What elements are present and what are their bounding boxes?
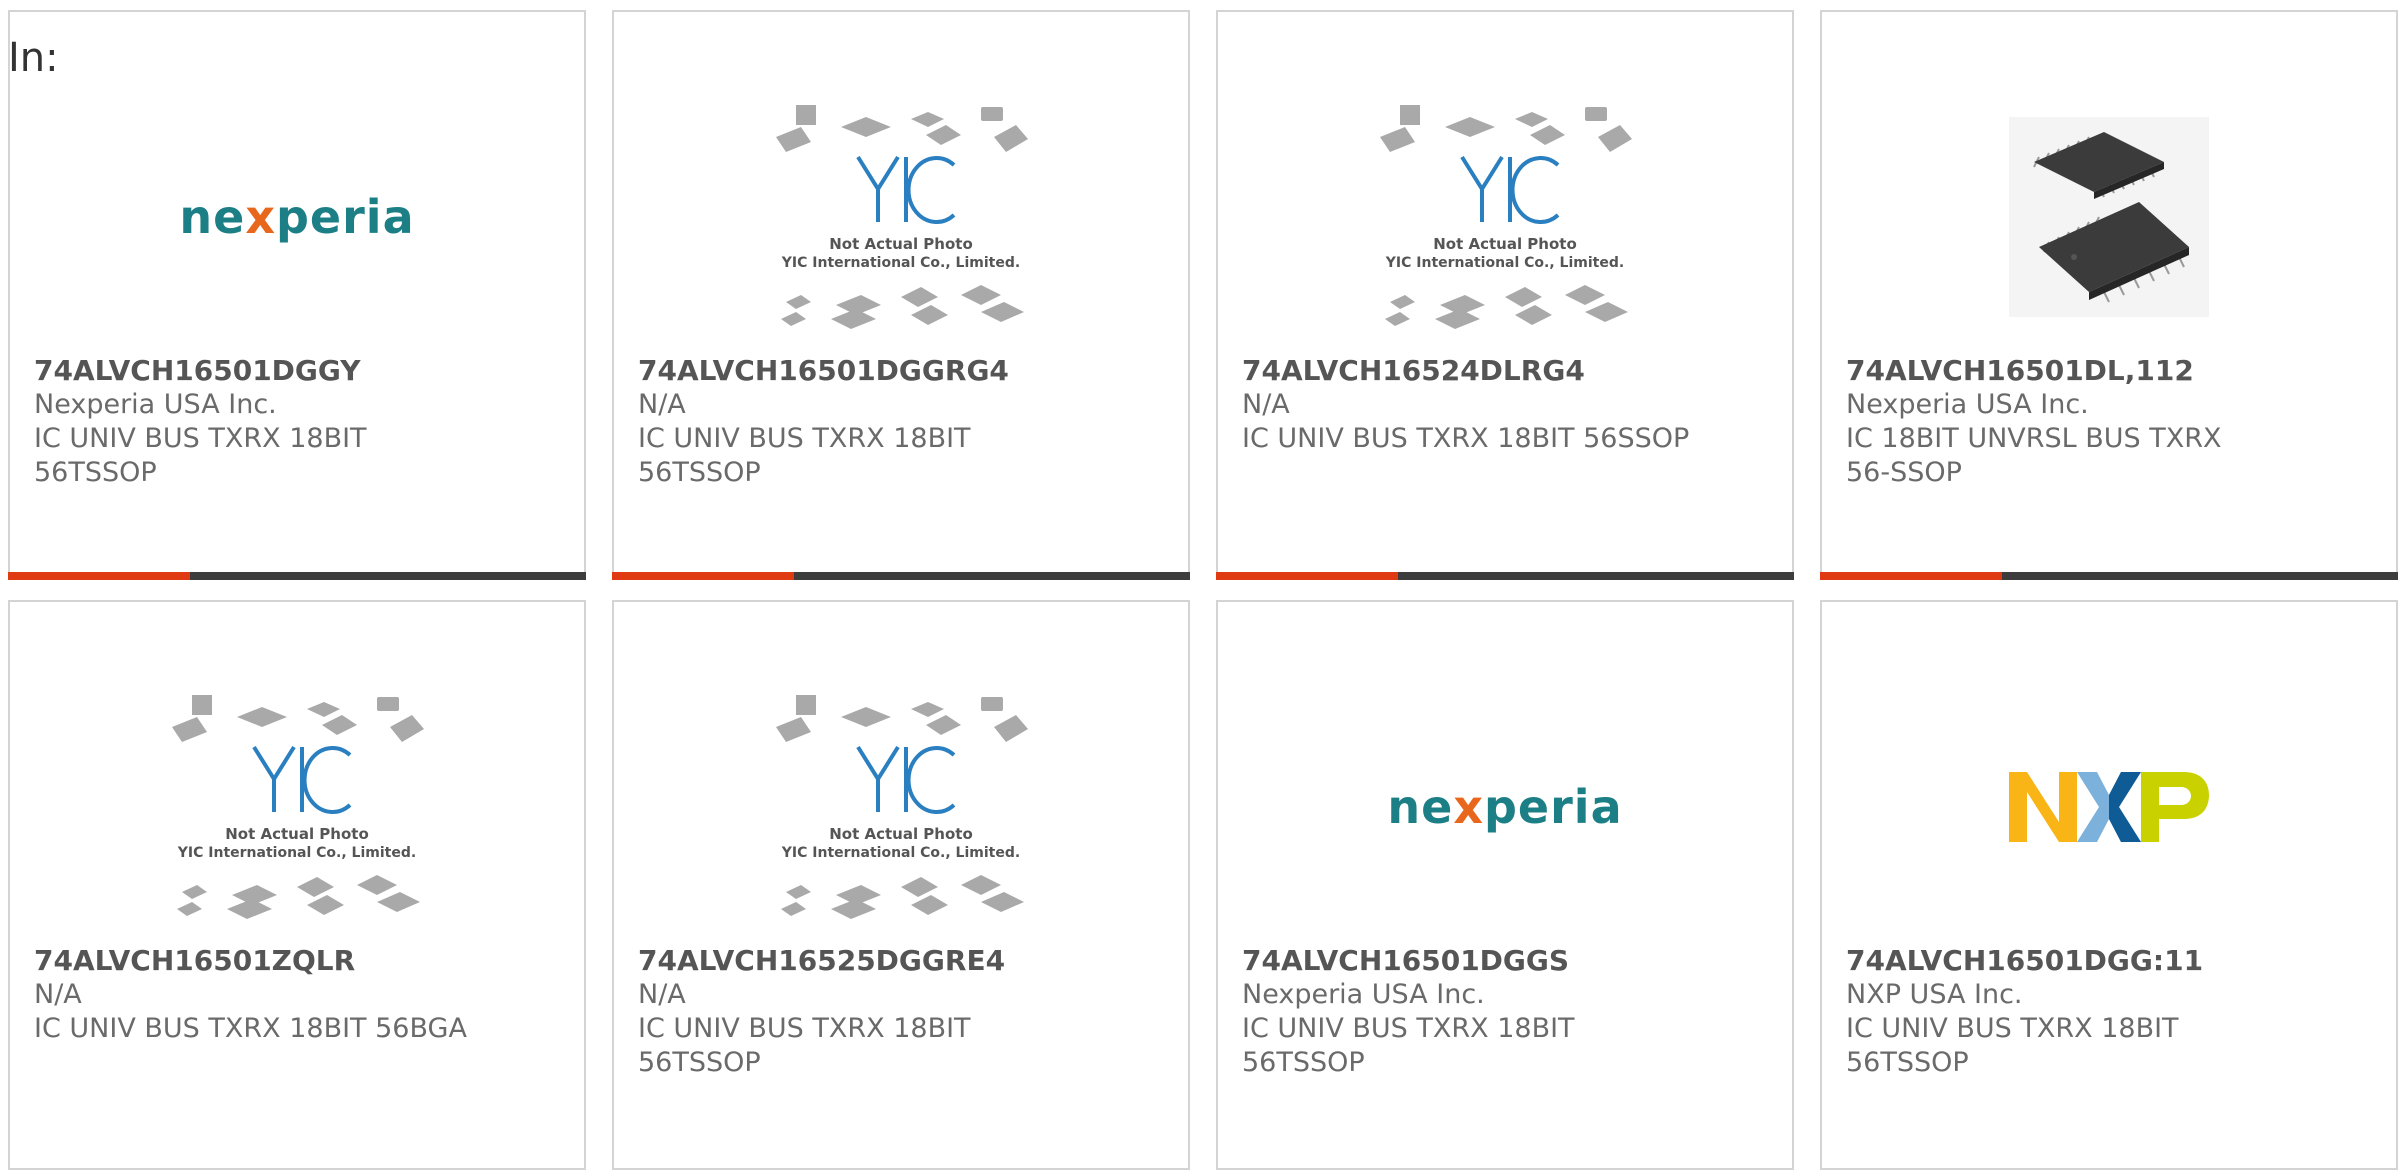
description: IC UNIV BUS TXRX 18BIT 56TSSOP — [1242, 1013, 1575, 1078]
svg-text:Not Actual Photo: Not Actual Photo — [829, 235, 973, 253]
product-info: 74ALVCH16501ZQLR N/A IC UNIV BUS TXRX 18… — [34, 944, 560, 1046]
svg-text:Not Actual Photo: Not Actual Photo — [1433, 235, 1577, 253]
manufacturer: N/A — [1242, 389, 1290, 420]
nexperia-logo: nexperia — [1387, 780, 1623, 834]
product-card[interactable]: Not Actual Photo YIC International Co., … — [1216, 10, 1794, 580]
yic-placeholder-image: Not Actual Photo YIC International Co., … — [776, 695, 1028, 919]
product-card[interactable]: Not Actual Photo YIC International Co., … — [8, 600, 586, 1170]
card-accent-bar — [612, 572, 1190, 580]
yic-placeholder-image: Not Actual Photo YIC International Co., … — [1380, 105, 1632, 329]
manufacturer: N/A — [638, 979, 686, 1010]
manufacturer: Nexperia USA Inc. — [1846, 389, 2089, 420]
product-info: 74ALVCH16501DGG:11 NXP USA Inc. IC UNIV … — [1846, 944, 2372, 1080]
nxp-logo — [2009, 772, 2209, 842]
part-number-link[interactable]: 74ALVCH16501DGGRG4 — [638, 354, 1164, 388]
description: IC UNIV BUS TXRX 18BIT 56TSSOP — [638, 423, 971, 488]
product-info: 74ALVCH16524DLRG4 N/A IC UNIV BUS TXRX 1… — [1242, 354, 1768, 456]
part-number-link[interactable]: 74ALVCH16501DGGY — [34, 354, 560, 388]
product-image[interactable]: nexperia — [1218, 662, 1792, 952]
nexperia-logo: nexperia — [179, 190, 415, 244]
part-number-link[interactable]: 74ALVCH16525DGGRE4 — [638, 944, 1164, 978]
yic-placeholder-image: Not Actual Photo YIC International Co., … — [172, 695, 424, 919]
product-card[interactable]: nexperia 74ALVCH16501DGGY Nexperia USA I… — [8, 10, 586, 580]
card-accent-bar — [8, 572, 586, 580]
ssop-chip-photo — [2009, 117, 2209, 317]
product-info: 74ALVCH16501DGGS Nexperia USA Inc. IC UN… — [1242, 944, 1768, 1080]
product-image[interactable] — [1822, 662, 2396, 952]
product-image[interactable]: Not Actual Photo YIC International Co., … — [10, 662, 584, 952]
product-card[interactable]: Not Actual Photo YIC International Co., … — [612, 10, 1190, 580]
in-label: In: — [8, 35, 59, 81]
product-info: 74ALVCH16501DGGRG4 N/A IC UNIV BUS TXRX … — [638, 354, 1164, 490]
manufacturer: Nexperia USA Inc. — [34, 389, 277, 420]
manufacturer: Nexperia USA Inc. — [1242, 979, 1485, 1010]
description: IC UNIV BUS TXRX 18BIT 56TSSOP — [1846, 1013, 2179, 1078]
svg-text:YIC International Co., Limited: YIC International Co., Limited. — [1385, 255, 1624, 271]
product-info: 74ALVCH16525DGGRE4 N/A IC UNIV BUS TXRX … — [638, 944, 1164, 1080]
svg-text:Not Actual Photo: Not Actual Photo — [225, 825, 369, 843]
yic-placeholder-image: Not Actual Photo YIC International Co., … — [776, 105, 1028, 329]
manufacturer: N/A — [34, 979, 82, 1010]
product-image[interactable]: nexperia — [10, 72, 584, 362]
product-card[interactable]: nexperia 74ALVCH16501DGGS Nexperia USA I… — [1216, 600, 1794, 1170]
product-image[interactable] — [1822, 72, 2396, 362]
card-accent-bar — [1216, 572, 1794, 580]
part-number-link[interactable]: 74ALVCH16501ZQLR — [34, 944, 560, 978]
part-number-link[interactable]: 74ALVCH16501DL,112 — [1846, 354, 2372, 388]
product-info: 74ALVCH16501DL,112 Nexperia USA Inc. IC … — [1846, 354, 2372, 490]
description: IC UNIV BUS TXRX 18BIT 56TSSOP — [638, 1013, 971, 1078]
svg-text:YIC International Co., Limited: YIC International Co., Limited. — [781, 845, 1020, 861]
manufacturer: NXP USA Inc. — [1846, 979, 2023, 1010]
description: IC UNIV BUS TXRX 18BIT 56BGA — [34, 1013, 467, 1044]
description: IC UNIV BUS TXRX 18BIT 56TSSOP — [34, 423, 367, 488]
part-number-link[interactable]: 74ALVCH16501DGG:11 — [1846, 944, 2372, 978]
description: IC 18BIT UNVRSL BUS TXRX 56-SSOP — [1846, 423, 2222, 488]
product-card[interactable]: 74ALVCH16501DL,112 Nexperia USA Inc. IC … — [1820, 10, 2398, 580]
product-card[interactable]: 74ALVCH16501DGG:11 NXP USA Inc. IC UNIV … — [1820, 600, 2398, 1170]
product-image[interactable]: Not Actual Photo YIC International Co., … — [614, 662, 1188, 952]
product-info: 74ALVCH16501DGGY Nexperia USA Inc. IC UN… — [34, 354, 560, 490]
product-card[interactable]: Not Actual Photo YIC International Co., … — [612, 600, 1190, 1170]
product-grid: nexperia 74ALVCH16501DGGY Nexperia USA I… — [8, 10, 2398, 1170]
svg-text:YIC International Co., Limited: YIC International Co., Limited. — [781, 255, 1020, 271]
svg-text:Not Actual Photo: Not Actual Photo — [829, 825, 973, 843]
description: IC UNIV BUS TXRX 18BIT 56SSOP — [1242, 423, 1690, 454]
product-image[interactable]: Not Actual Photo YIC International Co., … — [614, 72, 1188, 362]
product-image[interactable]: Not Actual Photo YIC International Co., … — [1218, 72, 1792, 362]
manufacturer: N/A — [638, 389, 686, 420]
part-number-link[interactable]: 74ALVCH16501DGGS — [1242, 944, 1768, 978]
svg-text:YIC International Co., Limited: YIC International Co., Limited. — [177, 845, 416, 861]
part-number-link[interactable]: 74ALVCH16524DLRG4 — [1242, 354, 1768, 388]
card-accent-bar — [1820, 572, 2398, 580]
